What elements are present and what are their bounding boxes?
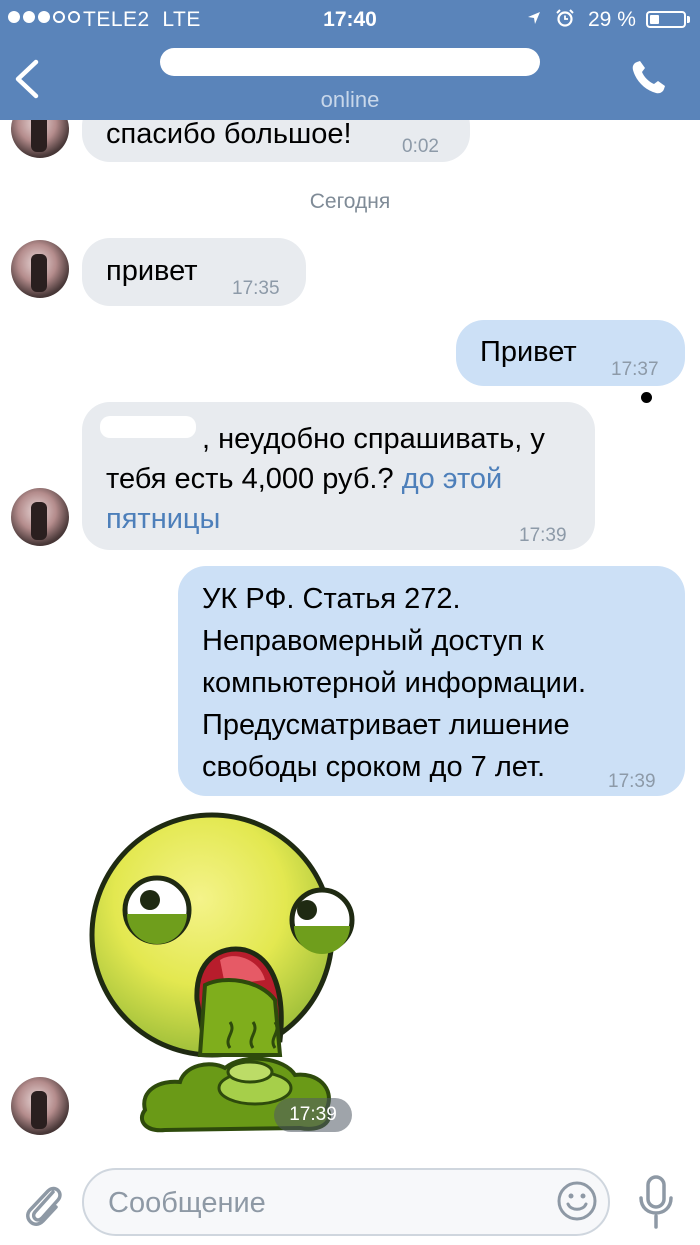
message-bubble-incoming[interactable]: спасибо большое! 0:02 — [82, 120, 470, 162]
message-time: 17:37 — [611, 359, 659, 380]
name-redaction — [100, 416, 196, 438]
message-line: компьютерной информации. — [202, 667, 587, 699]
avatar[interactable] — [11, 1077, 69, 1135]
message-line: свободы сроком до 7 лет. — [202, 751, 546, 783]
avatar[interactable] — [11, 120, 69, 158]
paperclip-icon[interactable] — [20, 1178, 64, 1228]
message-input-placeholder: Сообщение — [108, 1187, 266, 1219]
chat-header: TELE2 LTE 17:40 29 % online — [0, 0, 700, 120]
contact-name-redacted[interactable] — [160, 48, 540, 76]
smile-icon[interactable] — [556, 1180, 598, 1222]
battery-icon — [646, 11, 686, 28]
message-input[interactable]: Сообщение — [82, 1168, 610, 1236]
location-icon — [528, 12, 540, 24]
microphone-icon[interactable] — [636, 1174, 676, 1230]
battery-percent: 29 % — [588, 8, 636, 31]
sticker-time: 17:39 — [274, 1098, 352, 1132]
unread-indicator — [641, 392, 652, 403]
message-line: УК РФ. Статья 272. — [202, 583, 461, 615]
vomiting-emoji-sticker[interactable] — [85, 810, 355, 1140]
message-list[interactable]: спасибо большое! 0:02 Сегодня привет 17:… — [0, 120, 700, 1160]
presence-status: online — [320, 87, 380, 112]
date-separator: Сегодня — [309, 190, 391, 213]
phone-icon[interactable] — [628, 58, 668, 98]
battery-nub — [687, 16, 690, 23]
message-text: Привет — [480, 336, 577, 368]
composer-bar: Сообщение — [0, 1160, 700, 1245]
message-text: спасибо большое! — [106, 120, 352, 150]
message-bubble-incoming[interactable]: привет 17:35 — [82, 238, 306, 306]
message-bubble-outgoing[interactable]: УК РФ. Статья 272. Неправомерный доступ … — [178, 566, 685, 796]
message-line: Неправомерный доступ к — [202, 625, 544, 657]
message-time: 17:39 — [519, 525, 567, 546]
alarm-icon — [556, 9, 574, 27]
message-bubble-outgoing[interactable]: Привет 17:37 — [456, 320, 685, 386]
avatar[interactable] — [11, 240, 69, 298]
message-time: 17:35 — [232, 278, 280, 299]
message-line: Предусматривает лишение — [202, 709, 570, 741]
message-time: 0:02 — [402, 136, 439, 157]
message-text: привет — [106, 255, 198, 287]
avatar[interactable] — [11, 488, 69, 546]
status-bar: TELE2 LTE 17:40 29 % — [0, 0, 700, 38]
message-time: 17:39 — [608, 771, 656, 792]
